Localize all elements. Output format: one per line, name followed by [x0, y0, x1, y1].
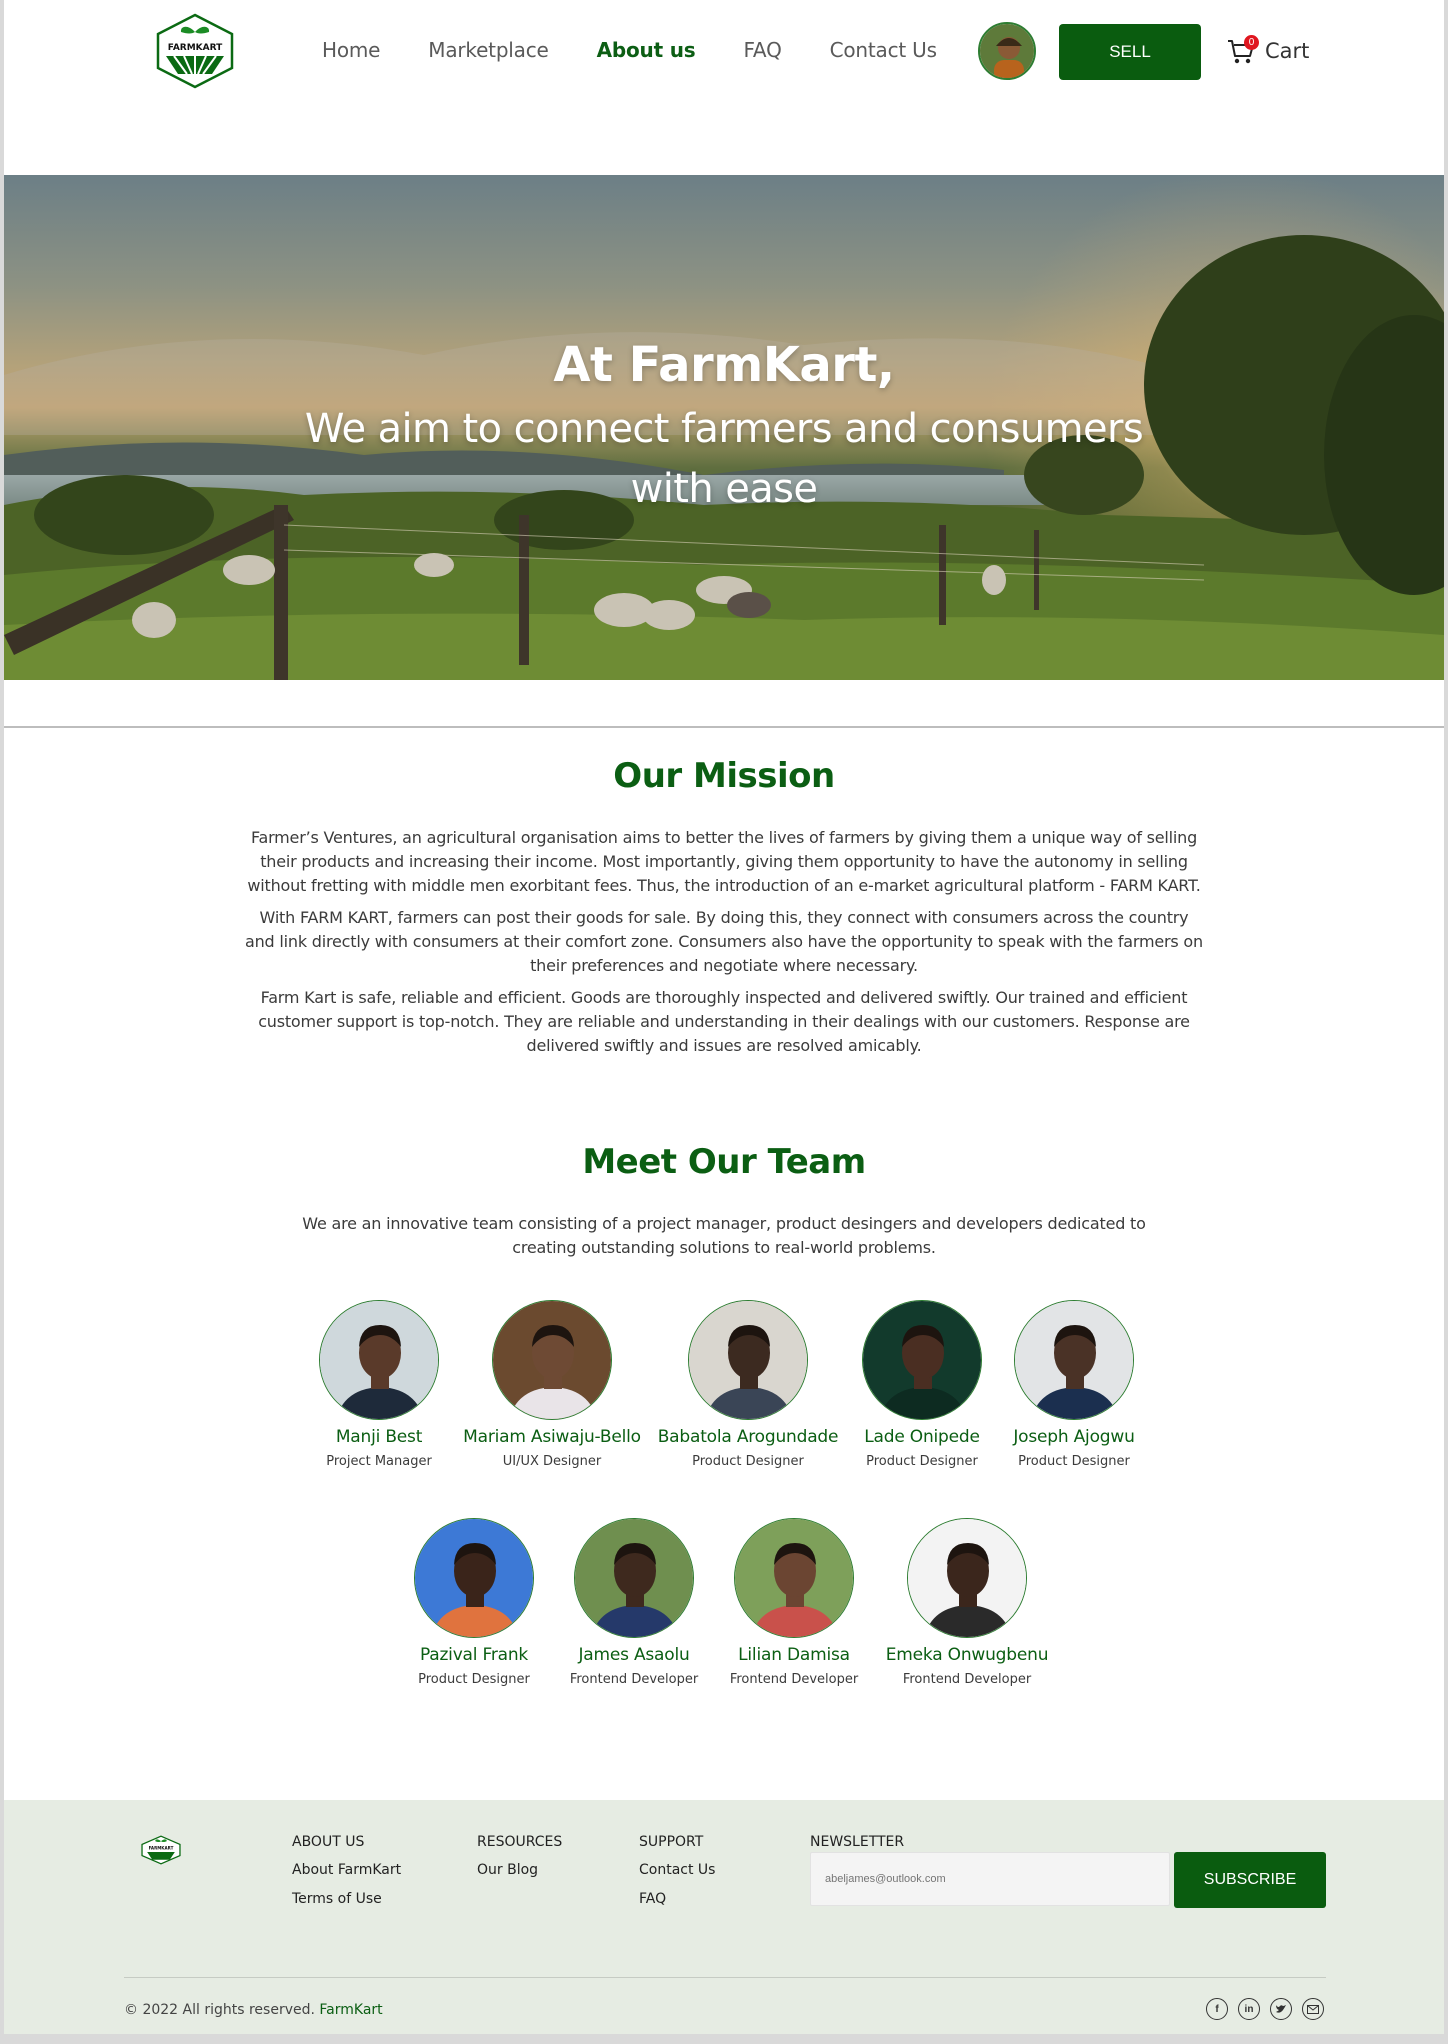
sell-button[interactable]: SELL	[1059, 24, 1201, 80]
cart-icon: 0	[1226, 35, 1259, 66]
team-member-card: Mariam Asiwaju-Bello UI/UX Designer	[442, 1300, 662, 1469]
team-member-photo	[319, 1300, 439, 1420]
copyright-text: © 2022 All rights reserved.	[124, 2002, 315, 2018]
footer-logo[interactable]: FARMKART	[131, 1830, 191, 1870]
footer-support-column: SUPPORT Contact Us FAQ	[639, 1834, 715, 1920]
team-member-role: Product Designer	[1018, 1454, 1130, 1469]
team-member-role: UI/UX Designer	[502, 1454, 602, 1469]
team-member-name: Emeka Onwugbenu	[885, 1645, 1049, 1665]
team-member-role: Frontend Developer	[902, 1672, 1032, 1687]
footer-resources-heading: RESOURCES	[477, 1834, 563, 1850]
newsletter-email-input[interactable]	[810, 1852, 1170, 1906]
mission-paragraph: With FARM KART, farmers can post their g…	[245, 908, 1203, 975]
team-member-name: Joseph Ajogwu	[1013, 1427, 1135, 1447]
cart-count-badge: 0	[1244, 35, 1259, 50]
nav-contact-us[interactable]: Contact Us	[830, 38, 937, 62]
team-member-photo	[734, 1518, 854, 1638]
farmkart-logo[interactable]: FARMKART	[154, 12, 236, 90]
footer-about-column: ABOUT US About FarmKart Terms of Use	[292, 1834, 401, 1920]
mission-paragraph: Farm Kart is safe, reliable and efficien…	[258, 988, 1190, 1055]
nav-links: Home Marketplace About us FAQ Contact Us	[322, 38, 985, 62]
team-member-photo	[907, 1518, 1027, 1638]
team-intro: We are an innovative team consisting of …	[302, 1214, 1146, 1257]
subscribe-button[interactable]: SUBSCRIBE	[1174, 1852, 1326, 1908]
top-nav: FARMKART Home Marketplace About us FAQ C…	[4, 0, 1444, 110]
team-member-photo	[688, 1300, 808, 1420]
footer-link-blog[interactable]: Our Blog	[477, 1862, 562, 1878]
linkedin-icon[interactable]: in	[1238, 1998, 1260, 2020]
footer-link-faq[interactable]: FAQ	[639, 1891, 715, 1907]
section-divider	[4, 726, 1444, 728]
mail-icon[interactable]	[1302, 1998, 1324, 2020]
cart-label: Cart	[1265, 39, 1310, 63]
svg-text:FARMKART: FARMKART	[149, 1845, 174, 1850]
footer-link-contact[interactable]: Contact Us	[639, 1862, 715, 1878]
copyright-brand[interactable]: FarmKart	[319, 2002, 382, 2018]
team-member-photo	[574, 1518, 694, 1638]
nav-marketplace[interactable]: Marketplace	[428, 38, 549, 62]
team-member-card: Emeka Onwugbenu Frontend Developer	[857, 1518, 1077, 1687]
team-member-photo	[1014, 1300, 1134, 1420]
team-member-name: Mariam Asiwaju-Bello	[463, 1427, 641, 1447]
footer: FARMKART ABOUT US About FarmKart Terms o…	[4, 1800, 1444, 2034]
hero-banner: At FarmKart, We aim to connect farmers a…	[4, 175, 1444, 680]
mission-paragraph: Farmer’s Ventures, an agricultural organ…	[247, 828, 1201, 895]
footer-divider	[124, 1977, 1326, 1978]
footer-link-terms[interactable]: Terms of Use	[292, 1891, 401, 1907]
social-links: f in	[1206, 1998, 1324, 2020]
mission-body: Farmer’s Ventures, an agricultural organ…	[244, 826, 1204, 1066]
footer-support-heading: SUPPORT	[639, 1834, 704, 1850]
mission-title: Our Mission	[613, 756, 835, 796]
nav-faq[interactable]: FAQ	[743, 38, 781, 62]
hero-subtitle: We aim to connect farmers and consumers …	[4, 399, 1444, 519]
cart-link[interactable]: 0 Cart	[1226, 35, 1310, 66]
team-title: Meet Our Team	[582, 1142, 866, 1182]
hero-title: At FarmKart,	[553, 337, 895, 393]
team-member-photo	[492, 1300, 612, 1420]
user-avatar[interactable]	[978, 22, 1036, 80]
nav-home[interactable]: Home	[322, 38, 380, 62]
footer-link-about-farmkart[interactable]: About FarmKart	[292, 1862, 401, 1878]
page: FARMKART Home Marketplace About us FAQ C…	[4, 0, 1444, 2034]
team-member-photo	[414, 1518, 534, 1638]
facebook-icon[interactable]: f	[1206, 1998, 1228, 2020]
hero-subtitle-line1: We aim to connect farmers and consumers	[304, 406, 1144, 452]
twitter-icon[interactable]	[1270, 1998, 1292, 2020]
footer-about-heading: ABOUT US	[292, 1834, 365, 1850]
hero-text: At FarmKart, We aim to connect farmers a…	[4, 337, 1444, 519]
copyright: © 2022 All rights reserved. FarmKart	[124, 2002, 383, 2018]
nav-about-us[interactable]: About us	[597, 38, 696, 62]
footer-resources-column: RESOURCES Our Blog	[477, 1834, 562, 1891]
svg-text:FARMKART: FARMKART	[168, 43, 223, 53]
footer-newsletter-heading: NEWSLETTER	[810, 1834, 905, 1850]
hero-subtitle-line2: with ease	[630, 466, 818, 512]
team-member-card: Joseph Ajogwu Product Designer	[964, 1300, 1184, 1469]
